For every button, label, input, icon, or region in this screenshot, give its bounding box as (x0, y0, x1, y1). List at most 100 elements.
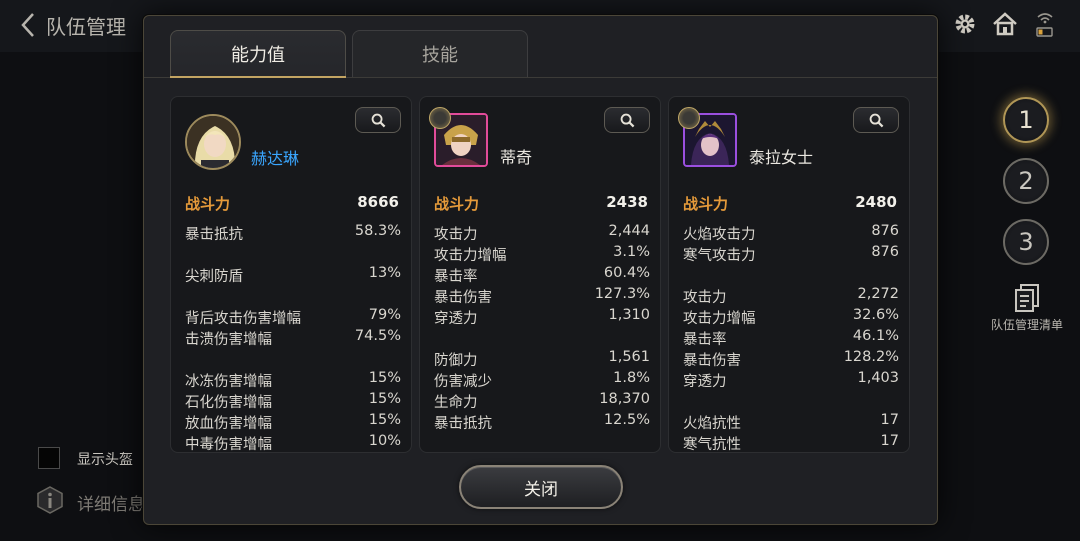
document-icon (1015, 284, 1039, 312)
stat-value: 13% (368, 265, 401, 281)
stat-row: 火焰攻击力 876 (683, 223, 899, 244)
stat-row: 穿透力 1,310 (434, 307, 650, 328)
stat-row: 暴击抵抗 58.3% (185, 223, 401, 244)
active-tab-underline (170, 76, 346, 78)
tab-ability[interactable]: 能力值 (170, 30, 346, 77)
hero-name: 泰拉女士 (749, 148, 814, 167)
team-list-button[interactable]: 队伍管理清单 (986, 284, 1068, 333)
stat-row: 中毒伤害增幅 10% (185, 433, 401, 453)
stat-label: 击溃伤害增幅 (185, 332, 272, 348)
stat-value: 10% (368, 433, 401, 449)
stat-value: 58.3% (354, 223, 401, 239)
stat-value: 1,561 (608, 349, 650, 365)
stat-row: 暴击伤害 127.3% (434, 286, 650, 307)
stat-value: 15% (368, 412, 401, 428)
stat-label: 攻击力增幅 (434, 248, 507, 264)
team-1-button[interactable]: 1 (1003, 97, 1049, 143)
stat-label: 暴击抵抗 (185, 227, 243, 243)
stat-value: 3.1% (613, 244, 650, 260)
stats-modal: 能力值 技能 赫达琳 战斗力 8666 暴击抵抗 58.3% 尖刺防盾 13% … (143, 15, 938, 525)
emblem-badge-icon (429, 107, 451, 129)
stat-row: 攻击力 2,272 (683, 286, 899, 307)
stat-row: 生命力 18,370 (434, 391, 650, 412)
stat-value: 876 (871, 223, 899, 239)
team-list-label: 队伍管理清单 (990, 318, 1063, 332)
stat-row: 尖刺防盾 13% (185, 265, 401, 286)
search-icon (869, 113, 883, 127)
tab-skills[interactable]: 技能 (352, 30, 528, 77)
stat-label: 暴击抵抗 (434, 416, 492, 432)
stat-label: 防御力 (434, 353, 478, 369)
wifi-battery-icon (1030, 8, 1060, 40)
combat-power-row: 战斗力 2480 (683, 193, 897, 214)
stat-value: 128.2% (843, 349, 899, 365)
stat-row: 暴击抵抗 12.5% (434, 412, 650, 433)
stat-label: 尖刺防盾 (185, 269, 243, 285)
stat-value: 127.3% (594, 286, 650, 302)
stat-row: 穿透力 1,403 (683, 370, 899, 391)
stat-value: 15% (368, 391, 401, 407)
stat-row: 火焰抗性 17 (683, 412, 899, 433)
show-helmet-checkbox[interactable] (38, 447, 60, 469)
stat-label: 背后攻击伤害增幅 (185, 311, 301, 327)
stat-label: 寒气抗性 (683, 437, 741, 453)
stat-row: 伤害减少 1.8% (434, 370, 650, 391)
stat-value: 1,403 (857, 370, 899, 386)
team-3-button[interactable]: 3 (1003, 219, 1049, 265)
stat-row: 攻击力增幅 32.6% (683, 307, 899, 328)
stat-row: 击溃伤害增幅 74.5% (185, 328, 401, 349)
stat-value: 876 (871, 244, 899, 260)
hero-card-2: 蒂奇 战斗力 2438 攻击力 2,444 攻击力增幅 3.1% 暴击率 60.4% … (419, 96, 661, 453)
stat-value: 79% (368, 307, 401, 323)
stat-label: 攻击力 (683, 290, 727, 306)
stat-row: 暴击率 60.4% (434, 265, 650, 286)
hero-card-header: 泰拉女士 (669, 97, 909, 183)
stat-label: 冰冻伤害增幅 (185, 374, 272, 390)
combat-power-value: 2480 (855, 193, 897, 211)
stat-value: 2,444 (608, 223, 650, 239)
stat-label: 暴击伤害 (434, 290, 492, 306)
hero-card-header: 赫达琳 (171, 97, 411, 183)
stat-value: 15% (368, 370, 401, 386)
stat-row: 寒气攻击力 876 (683, 244, 899, 265)
hero-card-3: 泰拉女士 战斗力 2480 火焰攻击力 876 寒气攻击力 876 攻击力 2,272… (668, 96, 910, 453)
gear-icon[interactable] (950, 8, 980, 40)
stat-row: 暴击伤害 128.2% (683, 349, 899, 370)
stat-label: 攻击力 (434, 227, 478, 243)
stat-label: 暴击率 (683, 332, 727, 348)
combat-power-row: 战斗力 2438 (434, 193, 648, 214)
combat-power-row: 战斗力 8666 (185, 193, 399, 214)
stat-value: 1.8% (613, 370, 650, 386)
stat-value: 12.5% (603, 412, 650, 428)
search-button[interactable] (355, 107, 401, 133)
tab-bar: 能力值 技能 (170, 30, 528, 77)
close-button[interactable]: 关闭 (459, 465, 623, 509)
hero-card-header: 蒂奇 (420, 97, 660, 183)
stat-label: 中毒伤害增幅 (185, 437, 272, 453)
details-label[interactable]: 详细信息 (77, 490, 145, 515)
page-title: 队伍管理 (46, 15, 126, 39)
combat-power-value: 2438 (606, 193, 648, 211)
stat-label: 攻击力增幅 (683, 311, 756, 327)
stat-value: 17 (880, 412, 899, 428)
search-icon (620, 113, 634, 127)
stat-label: 火焰抗性 (683, 416, 741, 432)
stat-label: 暴击率 (434, 269, 478, 285)
hero-name: 赫达琳 (251, 149, 300, 168)
stat-row: 攻击力 2,444 (434, 223, 650, 244)
stat-label: 放血伤害增幅 (185, 416, 272, 432)
stat-row: 寒气抗性 17 (683, 433, 899, 453)
stat-value: 1,310 (608, 307, 650, 323)
stat-label: 生命力 (434, 395, 478, 411)
team-2-button[interactable]: 2 (1003, 158, 1049, 204)
stat-label: 石化伤害增幅 (185, 395, 272, 411)
stat-value: 32.6% (852, 307, 899, 323)
stat-label: 穿透力 (434, 311, 478, 327)
stat-label: 寒气攻击力 (683, 248, 756, 264)
search-icon (371, 113, 385, 127)
info-icon[interactable] (36, 486, 64, 514)
search-button[interactable] (604, 107, 650, 133)
home-icon[interactable] (990, 8, 1020, 40)
back-arrow-icon[interactable] (18, 10, 38, 40)
search-button[interactable] (853, 107, 899, 133)
